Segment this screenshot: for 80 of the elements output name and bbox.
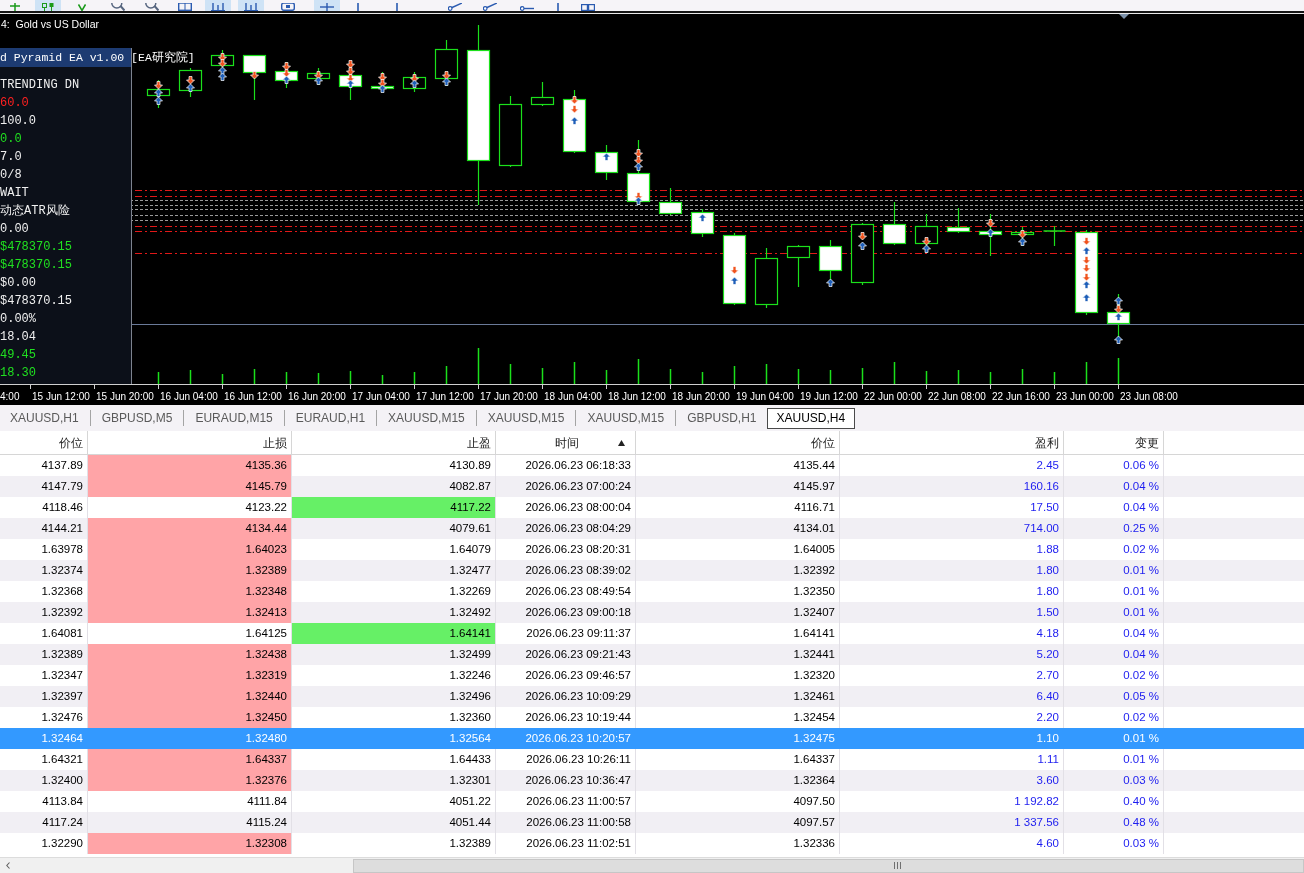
table-row[interactable]: 4117.24 4115.24 4051.44 2026.06.23 11:00:58 4097.57 1 337.56 0.48 % (0, 812, 1304, 833)
time-axis-label: 18 Jun 20:00 (672, 390, 730, 403)
table-cell: 1.32440 (88, 686, 292, 707)
vertical-line-icon (557, 3, 559, 11)
tab[interactable]: XAUUSD,M15 (378, 407, 475, 429)
table-cell: 4135.36 (88, 455, 292, 476)
window-icon (178, 3, 192, 11)
vertical-line-icon (396, 3, 398, 11)
table-cell: 1.64337 (88, 749, 292, 770)
table-row[interactable]: 4144.21 4134.44 4079.61 2026.06.23 08:04:29 4134.01 714.00 0.25 % (0, 518, 1304, 539)
toolbar-button[interactable] (35, 0, 61, 11)
table-cell: 1.32348 (88, 581, 292, 602)
table-row[interactable]: 1.32374 1.32389 1.32477 2026.06.23 08:39:02 1.32392 1.80 0.01 % (0, 560, 1304, 581)
table-cell: 1.32389 (88, 560, 292, 581)
table-row[interactable]: 1.32397 1.32440 1.32496 2026.06.23 10:09:29 1.32461 6.40 0.05 % (0, 686, 1304, 707)
toolbar-button[interactable] (238, 0, 264, 11)
candlestick-icon (42, 3, 54, 11)
tab[interactable]: EURAUD,H1 (285, 407, 376, 429)
time-axis-label: 18 Jun 04:00 (544, 390, 602, 403)
table-cell: 1.64141 (292, 623, 496, 644)
table-cell: 1.32450 (88, 707, 292, 728)
scrollbar-thumb[interactable] (353, 858, 1304, 873)
column-header[interactable]: 止损 (263, 433, 287, 452)
table-cell: 1.32376 (88, 770, 292, 791)
tab[interactable]: XAUUSD,M15 (577, 407, 675, 429)
table-row[interactable]: 4147.79 4145.79 4082.87 2026.06.23 07:00:24 4145.97 160.16 0.04 % (0, 476, 1304, 497)
column-header[interactable]: 变更 (1135, 433, 1159, 452)
column-header[interactable]: 止盈 (467, 433, 491, 452)
time-axis-label: 16 Jun 12:00 (224, 390, 282, 403)
toolbar-button[interactable] (314, 0, 340, 11)
column-header[interactable]: 盈利 (1035, 433, 1059, 452)
tab[interactable]: GBPUSD,H1 (677, 407, 767, 429)
tab[interactable]: EURAUD,M15 (185, 407, 283, 429)
table-cell: 4117.22 (292, 497, 496, 518)
table-row[interactable]: 1.32389 1.32438 1.32499 2026.06.23 09:21:43 1.32441 5.20 0.04 % (0, 644, 1304, 665)
time-axis-label: 15 Jun 12:00 (32, 390, 90, 403)
caret-down-icon (78, 4, 86, 11)
column-header[interactable]: 时间 (555, 433, 579, 452)
time-axis-label: 22 Jun 16:00 (992, 390, 1050, 403)
frame-icon (281, 3, 295, 11)
magnifier-icon (145, 3, 159, 11)
time-axis-label: 19 Jun 12:00 (800, 390, 858, 403)
table-row[interactable]: 1.32400 1.32376 1.32301 2026.06.23 10:36:47 1.32364 3.60 0.03 % (0, 770, 1304, 791)
time-axis-label: 16 Jun 04:00 (160, 390, 218, 403)
magnifier-icon (111, 3, 125, 11)
vertical-line-icon (357, 3, 359, 11)
tab[interactable]: GBPUSD,M5 (91, 407, 183, 429)
grip-icon (894, 862, 901, 869)
table-row[interactable]: 1.32392 1.32413 1.32492 2026.06.23 09:00:18 1.32407 1.50 0.01 % (0, 602, 1304, 623)
column-header[interactable]: 价位 (811, 433, 835, 452)
time-axis-label: 19 Jun 04:00 (736, 390, 794, 403)
table-cell: 1.32308 (88, 833, 292, 854)
time-axis-label: 22 Jun 08:00 (928, 390, 986, 403)
table-cell: 4145.79 (88, 476, 292, 497)
time-axis-label: 23 Jun 08:00 (1120, 390, 1178, 403)
table-cell: 1.64023 (88, 539, 292, 560)
time-axis-label: 23 Jun 00:00 (1056, 390, 1114, 403)
time-axis-label: 4:00 (0, 390, 20, 403)
table-cell: 4134.44 (88, 518, 292, 539)
table-cell: 1.32413 (88, 602, 292, 623)
time-axis-label: 16 Jun 20:00 (288, 390, 346, 403)
shapes-icon (581, 4, 595, 11)
time-axis-label: 18 Jun 12:00 (608, 390, 666, 403)
time-axis-label: 15 Jun 20:00 (96, 390, 154, 403)
bar-chart-icon (211, 3, 225, 11)
time-axis-label: 17 Jun 20:00 (480, 390, 538, 403)
toolbar-button[interactable] (205, 0, 231, 11)
tab[interactable]: XAUUSD,H4 (766, 407, 856, 429)
table-cell: 1.32438 (88, 644, 292, 665)
time-axis-label: 22 Jun 00:00 (864, 390, 922, 403)
tab[interactable]: XAUUSD,H1 (0, 407, 89, 429)
time-axis-label: 17 Jun 04:00 (352, 390, 410, 403)
chevron-left-icon (6, 862, 10, 869)
table-cell: 1.32319 (88, 665, 292, 686)
plus-icon (10, 3, 20, 11)
time-axis-label: 17 Jun 12:00 (416, 390, 474, 403)
column-header[interactable]: 价位 (59, 433, 83, 452)
bar-chart-icon (244, 3, 258, 11)
crosshair-icon (320, 3, 334, 11)
tab[interactable]: XAUUSD,M15 (477, 407, 575, 429)
